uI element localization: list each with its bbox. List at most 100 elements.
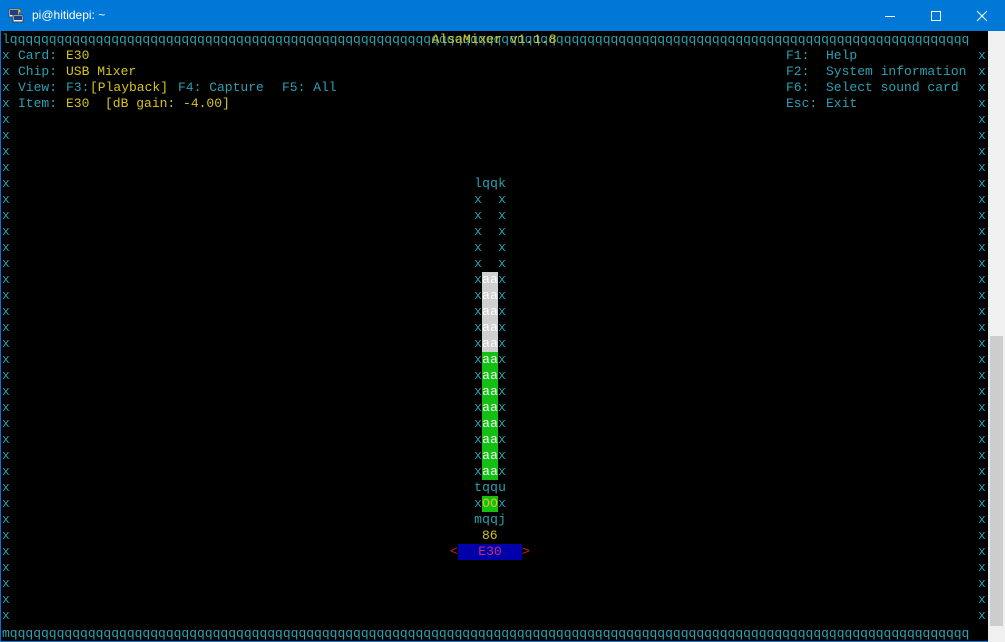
- mute-frame-right: x: [498, 496, 506, 511]
- frame-right-border: x: [978, 544, 986, 559]
- help-item-system-information[interactable]: System information: [826, 64, 966, 80]
- view-playback[interactable]: [Playback]: [90, 80, 168, 96]
- help-item-select-sound-card[interactable]: Select sound card: [826, 80, 959, 96]
- frame-left-border: x: [2, 528, 10, 543]
- chip-label: Chip:: [18, 64, 58, 79]
- frame-left-border: x: [2, 480, 10, 495]
- frame-right-border: x: [978, 496, 986, 511]
- frame-right-border: x: [978, 112, 986, 127]
- slider-frame-left: x: [474, 288, 482, 303]
- slider-frame-right: x: [498, 416, 506, 431]
- item-value: E30 [dB gain: -4.00]: [66, 96, 230, 111]
- slider-frame-right: x: [498, 352, 506, 367]
- slider-level-segment: a: [482, 304, 490, 320]
- frame-left-border: x: [2, 448, 10, 463]
- frame-right-border: x: [978, 480, 986, 495]
- frame-left-border: x: [2, 432, 10, 447]
- volume-slider[interactable]: lqqkxxxxxxxxxxxxaaxxaaxxaaxxaaxxaaxxaaxx…: [474, 176, 514, 528]
- slider-level-segment: a: [490, 288, 498, 304]
- slider-level-segment: a: [482, 384, 490, 400]
- slider-level-segment: a: [482, 400, 490, 416]
- slider-level-segment: a: [490, 416, 498, 432]
- slider-level-segment: a: [490, 320, 498, 336]
- frame-right-border: x: [978, 576, 986, 591]
- help-item-help[interactable]: Help: [826, 48, 857, 64]
- slider-frame-left: x: [474, 352, 482, 367]
- frame-right-border: x: [978, 96, 986, 111]
- slider-level-segment: a: [490, 336, 498, 352]
- frame-left-border: x: [2, 240, 10, 255]
- left-arrow-icon: <: [450, 544, 458, 559]
- slider-level-segment: a: [482, 416, 490, 432]
- slider-level-segment: a: [490, 304, 498, 320]
- terminal-screen[interactable]: lqqqqqqqqqqqqqqqqqqqqqqqqqqqqqqqqqqqqqqq…: [1, 31, 1004, 641]
- slider-frame-left: x: [474, 448, 482, 463]
- frame-left-border: x: [2, 608, 10, 623]
- frame-right-border: x: [978, 176, 986, 191]
- frame-left-border: x: [2, 176, 10, 191]
- frame-left-border: x: [2, 288, 10, 303]
- frame-right-border: x: [978, 272, 986, 287]
- mixer-heading: AlsaMixer v1.1.8: [424, 32, 565, 47]
- slider-level-segment: a: [490, 432, 498, 448]
- slider-frame-left: x: [474, 320, 482, 335]
- slider-frame-right: x: [498, 336, 506, 351]
- mute-frame-left: x: [474, 496, 482, 511]
- frame-left-border: x: [2, 144, 10, 159]
- slider-frame-right: x: [498, 384, 506, 399]
- frame-right-border: x: [978, 400, 986, 415]
- help-item-exit[interactable]: Exit: [826, 96, 857, 112]
- frame-right-border: x: [978, 192, 986, 207]
- slider-frame-right: x: [498, 256, 506, 271]
- maximize-icon: [931, 10, 941, 21]
- frame-right-border: x: [978, 352, 986, 367]
- help-key-f2: F2:: [786, 64, 810, 79]
- terminal-scrollbar[interactable]: [988, 31, 1005, 642]
- frame-left-border: x: [2, 336, 10, 351]
- scrollbar-thumb[interactable]: [990, 336, 1003, 626]
- slider-frame-left: x: [474, 384, 482, 399]
- frame-bottom-border: mqqqqqqqqqqqqqqqqqqqqqqqqqqqqqqqqqqqqqqq…: [2, 626, 970, 641]
- frame-right-border: x: [978, 416, 986, 431]
- minimize-button[interactable]: [867, 0, 913, 31]
- slider-level-segment: a: [490, 448, 498, 464]
- maximize-button[interactable]: [913, 0, 959, 31]
- slider-level-segment: a: [482, 368, 490, 384]
- slider-level-segment: a: [482, 320, 490, 336]
- frame-right-border: x: [978, 464, 986, 479]
- frame-right-border: x: [978, 608, 986, 623]
- frame-right-border: x: [978, 256, 986, 271]
- frame-left-border: x: [2, 416, 10, 431]
- slider-frame-left: x: [474, 192, 482, 207]
- volume-value: 86: [482, 528, 498, 543]
- item-label: Item:: [18, 96, 58, 111]
- slider-level-segment: a: [482, 448, 490, 464]
- view-all[interactable]: F5: All: [282, 80, 337, 96]
- slider-frame-left: x: [474, 368, 482, 383]
- slider-frame-right: x: [498, 448, 506, 463]
- slider-frame-bottom: j: [498, 512, 506, 527]
- frame-right-border: x: [978, 288, 986, 303]
- slider-frame-right: x: [498, 304, 506, 319]
- close-button[interactable]: [959, 0, 1005, 31]
- slider-level-segment: a: [482, 464, 490, 480]
- slider-frame-top: k: [498, 176, 506, 191]
- title-bar[interactable]: pi@hitidepi: ~: [0, 0, 1005, 31]
- slider-level-segment: a: [482, 272, 490, 288]
- frame-right-border: x: [978, 432, 986, 447]
- frame-right-border: x: [978, 128, 986, 143]
- frame-left-border: x: [2, 208, 10, 223]
- frame-right-border: x: [978, 80, 986, 95]
- frame-left-border: x: [2, 400, 10, 415]
- frame-left-border: x: [2, 64, 10, 79]
- slider-level-segment: a: [490, 272, 498, 288]
- frame-left-border: x: [2, 80, 10, 95]
- frame-left-border: x: [2, 592, 10, 607]
- slider-frame-left: x: [474, 336, 482, 351]
- view-capture[interactable]: F4: Capture: [178, 80, 264, 96]
- frame-right-border: x: [978, 512, 986, 527]
- slider-frame-right: x: [498, 400, 506, 415]
- control-name-selected[interactable]: E30: [458, 544, 522, 560]
- frame-left-border: x: [2, 48, 10, 63]
- frame-left-border: x: [2, 560, 10, 575]
